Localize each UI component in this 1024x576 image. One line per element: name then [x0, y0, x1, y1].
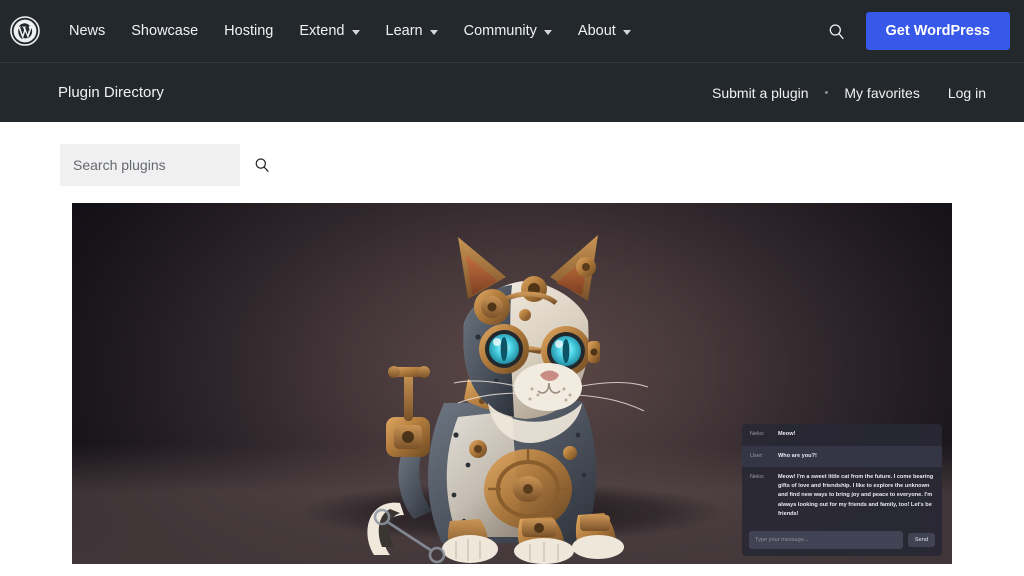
- masthead-actions: Get WordPress: [822, 12, 1010, 50]
- chevron-down-icon: [351, 29, 360, 35]
- primary-navigation: News Showcase Hosting Extend Learn Commu…: [56, 17, 822, 45]
- chat-widget: Neko: Meow! User: Who are you?! Neko: Me…: [742, 424, 942, 556]
- chevron-down-icon: [543, 29, 552, 35]
- nav-label: Community: [463, 23, 537, 39]
- hero-section: Neko: Meow! User: Who are you?! Neko: Me…: [0, 186, 1024, 564]
- site-masthead: News Showcase Hosting Extend Learn Commu…: [0, 0, 1024, 62]
- message-text: Who are you?!: [778, 452, 817, 459]
- get-wordpress-button[interactable]: Get WordPress: [865, 12, 1010, 50]
- nav-item-showcase[interactable]: Showcase: [118, 17, 211, 45]
- search-row: [0, 122, 1024, 186]
- message-speaker: Neko:: [750, 431, 765, 438]
- steampunk-cat-image: Neko: Meow! User: Who are you?! Neko: Me…: [72, 203, 952, 564]
- separator-dot: •: [824, 86, 829, 99]
- nav-label: Hosting: [224, 23, 274, 39]
- log-in-link[interactable]: Log in: [934, 79, 1000, 107]
- nav-label: Showcase: [131, 23, 199, 39]
- nav-item-extend[interactable]: Extend: [286, 17, 372, 45]
- search-plugins-box[interactable]: [60, 144, 269, 186]
- submit-a-plugin-link[interactable]: Submit a plugin: [698, 79, 823, 107]
- nav-item-learn[interactable]: Learn: [373, 17, 451, 45]
- message-text: Meow!: [778, 431, 796, 438]
- nav-label: About: [577, 23, 616, 39]
- nav-item-news[interactable]: News: [56, 17, 118, 45]
- nav-label: Extend: [299, 23, 345, 39]
- nav-label: Learn: [385, 23, 423, 39]
- wordpress-logo-icon[interactable]: [10, 16, 40, 46]
- search-icon[interactable]: [822, 16, 852, 46]
- search-input[interactable]: [73, 157, 254, 173]
- nav-item-about[interactable]: About: [565, 17, 644, 45]
- search-icon[interactable]: [254, 157, 270, 173]
- message-speaker: User:: [750, 452, 764, 459]
- plugin-directory-subheader: Plugin Directory Submit a plugin • My fa…: [0, 62, 1024, 122]
- message-speaker: Neko:: [750, 473, 765, 480]
- nav-item-hosting[interactable]: Hosting: [211, 17, 286, 45]
- chat-message: Neko: Meow! I'm a sweet little cat from …: [742, 467, 942, 525]
- send-button[interactable]: Send: [907, 533, 935, 547]
- chat-messages: Neko: Meow! User: Who are you?! Neko: Me…: [742, 424, 942, 525]
- chat-message-input[interactable]: [749, 531, 903, 549]
- chat-message: User: Who are you?!: [742, 445, 942, 467]
- nav-label: News: [69, 23, 106, 39]
- chat-composer: Send: [742, 525, 942, 556]
- page-title: Plugin Directory: [58, 84, 164, 101]
- my-favorites-link[interactable]: My favorites: [830, 79, 933, 107]
- subheader-links: Submit a plugin • My favorites Log in: [698, 79, 1000, 107]
- chevron-down-icon: [622, 29, 631, 35]
- chat-message: Neko: Meow!: [742, 424, 942, 445]
- nav-item-community[interactable]: Community: [451, 17, 565, 45]
- message-text: Meow! I'm a sweet little cat from the fu…: [778, 473, 934, 517]
- chevron-down-icon: [429, 29, 438, 35]
